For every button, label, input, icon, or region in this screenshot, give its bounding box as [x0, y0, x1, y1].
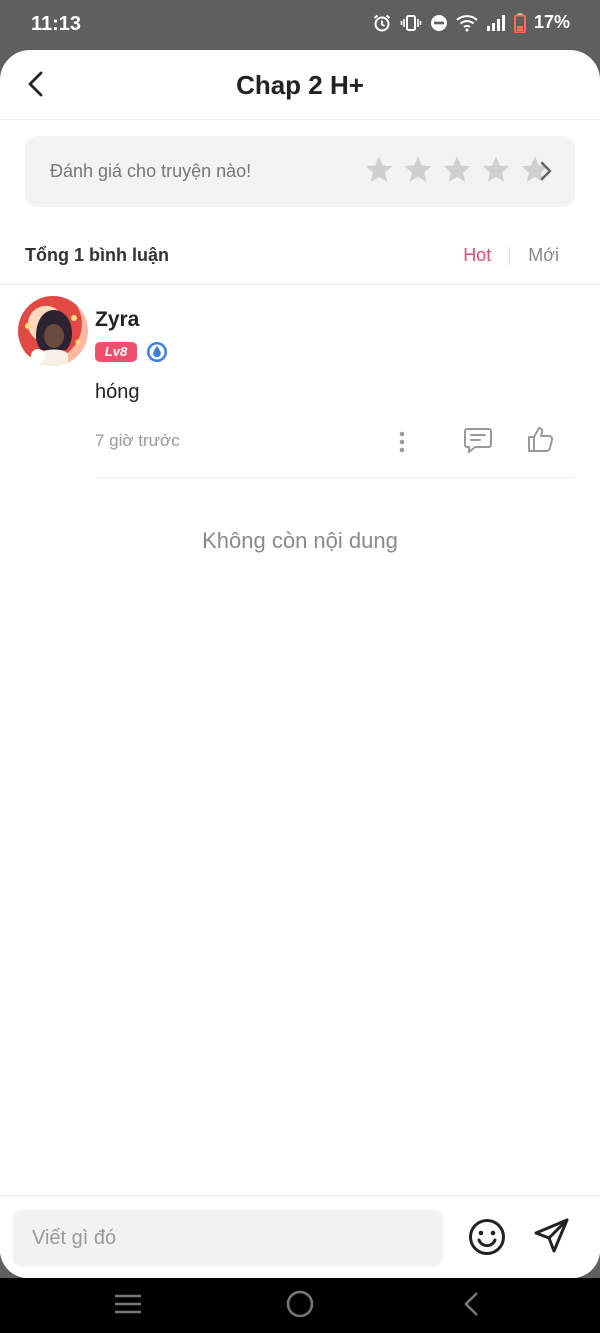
send-button[interactable] [532, 1216, 572, 1261]
page-title: Chap 2 H+ [236, 70, 364, 100]
comment-text: hóng [95, 381, 140, 403]
home-button[interactable] [283, 1286, 317, 1327]
emoji-button[interactable] [467, 1217, 507, 1262]
signal-icon [486, 14, 506, 32]
star-icon[interactable] [480, 154, 512, 186]
star-icon[interactable] [402, 154, 434, 186]
header: Chap 2 H+ [0, 50, 600, 120]
status-icons: 17% [372, 12, 570, 33]
sort-hot-tab[interactable]: Hot [463, 245, 491, 266]
avatar[interactable] [18, 296, 88, 366]
like-button[interactable] [526, 424, 556, 459]
star-icon[interactable] [441, 154, 473, 186]
send-icon [534, 1218, 569, 1253]
battery-percent: 17% [533, 12, 570, 32]
comments-header: Tổng 1 bình luận Hot Mới [0, 236, 600, 285]
more-vertical-icon [399, 431, 405, 453]
back-icon [464, 1292, 478, 1316]
rating-prompt-text: Đánh giá cho truyện nào! [50, 161, 252, 181]
smiley-icon [469, 1219, 505, 1255]
comment-input[interactable] [13, 1210, 443, 1266]
status-time: 11:13 [31, 13, 82, 35]
avatar-image [25, 310, 81, 366]
sort-divider [509, 246, 511, 265]
comment-icon [464, 428, 492, 453]
thumbs-up-icon [528, 427, 554, 452]
sort-new-tab[interactable]: Mới [528, 245, 559, 266]
status-bar: 11:13 17% [0, 0, 600, 50]
comment-item: Zyra Lv8 hóng 7 giờ trước [0, 286, 600, 480]
end-of-content-message: Không còn nội dung [202, 528, 398, 553]
menu-button[interactable] [112, 1286, 144, 1327]
comment-timestamp: 7 giờ trước [95, 431, 180, 450]
nav-back-button[interactable] [460, 1286, 484, 1327]
comment-username[interactable]: Zyra [95, 308, 139, 332]
alarm-icon [372, 13, 392, 33]
vibrate-icon [400, 13, 422, 33]
comment-composer [0, 1195, 600, 1278]
battery-icon [513, 13, 526, 33]
system-nav-bar [0, 1278, 600, 1333]
comment-divider [95, 477, 575, 478]
home-icon [286, 1290, 314, 1318]
chevron-right-icon [540, 161, 552, 181]
sort-tabs: Hot Mới [463, 245, 559, 266]
menu-icon [115, 1294, 141, 1314]
reply-button[interactable] [463, 426, 493, 459]
comments-screen: Chap 2 H+ Đánh giá cho truyện nào! Tổng … [0, 50, 600, 1278]
rating-prompt-box[interactable]: Đánh giá cho truyện nào! [25, 136, 575, 207]
water-drop-badge-icon [146, 341, 168, 363]
comment-count: Tổng 1 bình luận [25, 245, 169, 265]
level-badge: Lv8 [95, 342, 137, 362]
rating-stars [363, 154, 551, 186]
do-not-disturb-icon [430, 14, 448, 32]
star-icon[interactable] [363, 154, 395, 186]
wifi-icon [456, 14, 478, 32]
more-options-button[interactable] [391, 429, 413, 455]
